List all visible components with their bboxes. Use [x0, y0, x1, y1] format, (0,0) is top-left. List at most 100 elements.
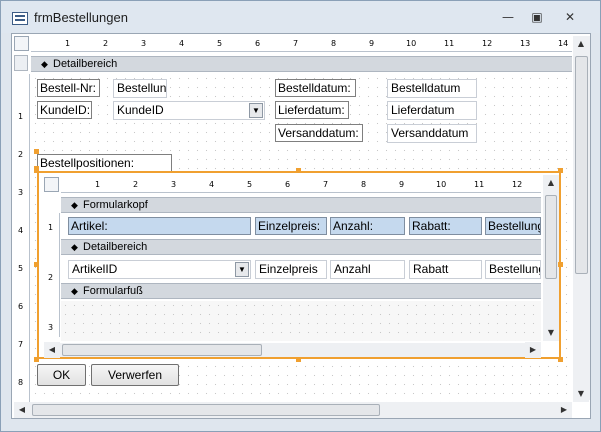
- header-label-artikel[interactable]: Artikel:: [68, 217, 251, 235]
- subform-vertical-scrollbar[interactable]: ▲ ▼: [543, 175, 559, 341]
- einzelpreis-field[interactable]: Einzelpreis: [255, 260, 327, 279]
- scroll-down-icon[interactable]: ▼: [573, 386, 589, 402]
- scroll-right-icon[interactable]: ▶: [525, 342, 541, 358]
- selection-handle[interactable]: [296, 168, 301, 173]
- scroll-up-icon[interactable]: ▲: [543, 175, 559, 191]
- form-icon: [12, 12, 28, 25]
- scroll-thumb[interactable]: [575, 56, 588, 274]
- ruler-tick: 10: [436, 180, 447, 189]
- selection-handle[interactable]: [296, 357, 301, 362]
- scroll-down-icon[interactable]: ▼: [543, 325, 559, 341]
- discard-button[interactable]: Verwerfen: [91, 364, 179, 386]
- scroll-left-icon[interactable]: ◀: [44, 342, 60, 358]
- selection-handle[interactable]: [34, 168, 39, 173]
- section-icon: ◆: [71, 242, 78, 252]
- scroll-right-icon[interactable]: ▶: [556, 402, 572, 418]
- section-selector[interactable]: [14, 55, 28, 71]
- ruler-tick: 8: [331, 39, 337, 48]
- ruler-tick: 5: [18, 264, 24, 273]
- ruler-tick: 3: [171, 180, 177, 189]
- kundeid-label[interactable]: KundeID:: [37, 101, 92, 119]
- dropdown-icon[interactable]: ▼: [249, 103, 263, 118]
- selection-handle[interactable]: [558, 357, 563, 362]
- subform-detail-section-bar[interactable]: ◆ Detailbereich: [61, 239, 541, 255]
- ruler-tick: 13: [520, 39, 531, 48]
- ruler-tick: 3: [18, 188, 24, 197]
- versanddatum-field[interactable]: Versanddatum: [387, 124, 477, 143]
- bestellung-field[interactable]: Bestellung: [485, 260, 541, 279]
- ruler-tick: 11: [474, 180, 485, 189]
- ruler-tick: 10: [406, 39, 417, 48]
- ruler-tick: 9: [369, 39, 375, 48]
- window-title: frmBestellungen: [34, 10, 128, 25]
- minimize-icon[interactable]: —: [495, 7, 521, 27]
- section-icon: ◆: [71, 200, 78, 210]
- header-label-bestellung[interactable]: Bestellung: [485, 217, 541, 235]
- vertical-scrollbar[interactable]: ▲ ▼: [573, 36, 590, 402]
- ruler-tick: 12: [482, 39, 493, 48]
- selection-handle[interactable]: [558, 168, 563, 173]
- horizontal-scrollbar[interactable]: ◀ ▶: [14, 402, 572, 418]
- ruler-tick: 1: [48, 223, 54, 232]
- selection-handle[interactable]: [34, 149, 39, 154]
- anzahl-field[interactable]: Anzahl: [330, 260, 405, 279]
- ruler-tick: 6: [18, 302, 24, 311]
- selection-handle[interactable]: [34, 262, 39, 267]
- scroll-thumb[interactable]: [62, 344, 262, 356]
- ok-button[interactable]: OK: [37, 364, 86, 386]
- bestellnr-field[interactable]: Bestellun: [113, 79, 167, 98]
- ruler-tick: 5: [217, 39, 223, 48]
- scroll-thumb[interactable]: [545, 195, 557, 279]
- ruler-tick: 4: [209, 180, 215, 189]
- formularfuss-section-bar[interactable]: ◆ Formularfuß: [61, 283, 541, 299]
- footer-grid: [61, 301, 541, 341]
- subform-horizontal-scrollbar[interactable]: ◀ ▶: [44, 342, 541, 358]
- ruler-tick: 11: [444, 39, 455, 48]
- ruler-tick: 8: [361, 180, 367, 189]
- ruler-tick: 7: [293, 39, 299, 48]
- subform-selector[interactable]: [44, 177, 59, 192]
- rabatt-field[interactable]: Rabatt: [409, 260, 482, 279]
- combo-value: ArtikelID: [72, 262, 118, 276]
- form-selector[interactable]: [14, 36, 29, 51]
- ruler-tick: 2: [48, 273, 54, 282]
- section-icon: ◆: [71, 286, 78, 296]
- selection-handle[interactable]: [34, 357, 39, 362]
- header-label-anzahl[interactable]: Anzahl:: [330, 217, 405, 235]
- scroll-thumb[interactable]: [32, 404, 380, 416]
- selection-handle[interactable]: [558, 262, 563, 267]
- bestellnr-label[interactable]: Bestell-Nr:: [37, 79, 100, 97]
- lieferdatum-label[interactable]: Lieferdatum:: [275, 101, 349, 119]
- versanddatum-label[interactable]: Versanddatum:: [275, 124, 363, 142]
- detail-section-bar[interactable]: ◆ Detailbereich: [31, 56, 572, 72]
- scroll-left-icon[interactable]: ◀: [14, 402, 30, 418]
- ruler-tick: 8: [18, 378, 24, 387]
- subform-control[interactable]: 1 2 3 4 5 6 7 8 9 10 11 12 1 2 3 ◆ Formul…: [37, 171, 561, 359]
- ruler-tick: 2: [133, 180, 139, 189]
- section-icon: ◆: [41, 59, 48, 69]
- title-bar[interactable]: frmBestellungen — ▣ ✕: [1, 1, 600, 33]
- section-title: Detailbereich: [53, 58, 118, 70]
- ruler-tick: 1: [65, 39, 71, 48]
- formularkopf-section-bar[interactable]: ◆ Formularkopf: [61, 197, 541, 213]
- ruler-tick: 5: [247, 180, 253, 189]
- artikelid-combo[interactable]: ArtikelID ▼: [68, 260, 251, 279]
- header-label-rabatt[interactable]: Rabatt:: [409, 217, 482, 235]
- close-icon[interactable]: ✕: [557, 7, 583, 27]
- section-title: Detailbereich: [83, 241, 148, 253]
- ruler-tick: 7: [323, 180, 329, 189]
- ruler-tick: 2: [18, 150, 24, 159]
- header-label-einzelpreis[interactable]: Einzelpreis:: [255, 217, 327, 235]
- ruler-tick: 1: [95, 180, 101, 189]
- ruler-tick: 3: [141, 39, 147, 48]
- bestelldatum-label[interactable]: Bestelldatum:: [275, 79, 356, 97]
- restore-icon[interactable]: ▣: [524, 7, 550, 27]
- kundeid-combo[interactable]: KundeID ▼: [113, 101, 265, 120]
- bestelldatum-field[interactable]: Bestelldatum: [387, 79, 477, 98]
- scroll-up-icon[interactable]: ▲: [573, 36, 589, 52]
- bestellpositionen-label[interactable]: Bestellpositionen:: [37, 154, 172, 172]
- ruler-tick: 9: [399, 180, 405, 189]
- lieferdatum-field[interactable]: Lieferdatum: [387, 101, 477, 120]
- combo-value: KundeID: [117, 103, 164, 117]
- dropdown-icon[interactable]: ▼: [235, 262, 249, 277]
